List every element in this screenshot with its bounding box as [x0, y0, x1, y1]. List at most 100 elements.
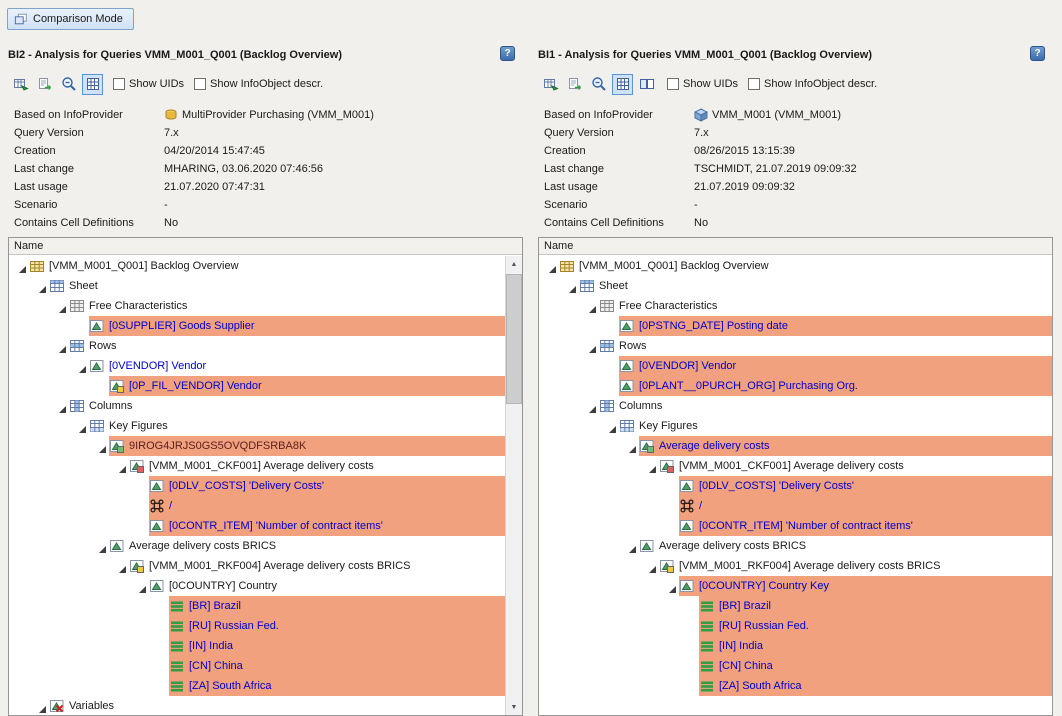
show-query-icon[interactable]	[10, 74, 31, 95]
grid-view-icon[interactable]	[82, 74, 103, 95]
tree-row[interactable]: [0PSTNG_DATE] Posting date	[539, 316, 1052, 336]
checkbox-box[interactable]	[748, 78, 760, 90]
show-query-icon[interactable]	[540, 74, 561, 95]
tree-row[interactable]: [0CONTR_ITEM] 'Number of contract items'	[9, 516, 505, 536]
help-icon[interactable]: ?	[500, 46, 515, 61]
tree-row[interactable]: [0VENDOR] Vendor	[9, 356, 505, 376]
scroll-down-icon[interactable]: ▼	[506, 699, 522, 715]
tree-row[interactable]: [VMM_M001_Q001] Backlog Overview	[539, 256, 1052, 276]
checkbox-box[interactable]	[194, 78, 206, 90]
show-uids-checkbox[interactable]: Show UIDs	[113, 78, 184, 90]
tree-row[interactable]: [0COUNTRY] Country	[9, 576, 505, 596]
tree-row[interactable]: [ZA] South Africa	[9, 676, 505, 696]
show-infoobject-descr-checkbox[interactable]: Show InfoObject descr.	[748, 78, 877, 90]
expander-icon[interactable]	[135, 579, 149, 593]
tree-row[interactable]: Columns	[539, 396, 1052, 416]
split-view-icon[interactable]	[636, 74, 657, 95]
tree-row[interactable]: [0DLV_COSTS] 'Delivery Costs'	[9, 476, 505, 496]
expander-icon[interactable]	[645, 459, 659, 473]
tree-row[interactable]: Free Characteristics	[539, 296, 1052, 316]
scrollbar-thumb[interactable]	[506, 274, 522, 404]
expander-icon[interactable]	[625, 439, 639, 453]
tree-row-content: Columns	[599, 396, 1052, 416]
expander-icon[interactable]	[75, 419, 89, 433]
expander-icon[interactable]	[95, 539, 109, 553]
tree-row[interactable]: [0CONTR_ITEM] 'Number of contract items'	[539, 516, 1052, 536]
checkbox-box[interactable]	[667, 78, 679, 90]
tree-row[interactable]: [CN] China	[9, 656, 505, 676]
generate-query-icon[interactable]	[34, 74, 55, 95]
tree-row[interactable]: Rows	[539, 336, 1052, 356]
expander-icon[interactable]	[645, 559, 659, 573]
checkbox-box[interactable]	[113, 78, 125, 90]
generate-query-icon[interactable]	[564, 74, 585, 95]
show-infoobject-descr-checkbox[interactable]: Show InfoObject descr.	[194, 78, 323, 90]
expander-icon[interactable]	[585, 339, 599, 353]
tree-row[interactable]: Rows	[9, 336, 505, 356]
expander-icon[interactable]	[55, 339, 69, 353]
tree-row[interactable]: [BR] Brazil	[539, 596, 1052, 616]
tree-row[interactable]: Key Figures	[539, 416, 1052, 436]
tree-row[interactable]: /	[539, 496, 1052, 516]
expander-icon[interactable]	[625, 539, 639, 553]
expander-spacer	[135, 519, 149, 533]
tree-row[interactable]: Average delivery costs	[539, 436, 1052, 456]
property-row: Last changeTSCHMIDT, 21.07.2019 09:09:32	[544, 160, 1049, 178]
tree-row[interactable]: [IN] India	[539, 636, 1052, 656]
tree-row[interactable]: [VMM_M001_CKF001] Average delivery costs	[9, 456, 505, 476]
grid-view-icon[interactable]	[612, 74, 633, 95]
zoom-out-icon[interactable]	[58, 74, 79, 95]
expander-icon[interactable]	[585, 299, 599, 313]
expander-icon[interactable]	[665, 579, 679, 593]
tree-row[interactable]: [VMM_M001_RKF004] Average delivery costs…	[9, 556, 505, 576]
tree-row[interactable]: [ZA] South Africa	[539, 676, 1052, 696]
show-uids-checkbox[interactable]: Show UIDs	[667, 78, 738, 90]
tree-row[interactable]: Columns	[9, 396, 505, 416]
expander-icon[interactable]	[75, 359, 89, 373]
tree-row[interactable]: Average delivery costs BRICS	[539, 536, 1052, 556]
expander-icon[interactable]	[55, 399, 69, 413]
expander-icon[interactable]	[565, 279, 579, 293]
tree-row[interactable]: 9IROG4JRJS0GS5OVQDFSRBA8K	[9, 436, 505, 456]
tree-row[interactable]: [0DLV_COSTS] 'Delivery Costs'	[539, 476, 1052, 496]
tree-row[interactable]: Variables	[9, 696, 505, 715]
tree-row[interactable]: [VMM_M001_CKF001] Average delivery costs	[539, 456, 1052, 476]
tree-row[interactable]: /	[9, 496, 505, 516]
tree-row[interactable]: Sheet	[539, 276, 1052, 296]
scroll-up-icon[interactable]: ▲	[506, 256, 522, 272]
tree-row[interactable]: [0SUPPLIER] Goods Supplier	[9, 316, 505, 336]
tree-row[interactable]: [IN] India	[9, 636, 505, 656]
tree-row[interactable]: [0VENDOR] Vendor	[539, 356, 1052, 376]
vertical-scrollbar[interactable]: ▲ ▼	[505, 256, 522, 715]
tree-row[interactable]: [RU] Russian Fed.	[9, 616, 505, 636]
comparison-mode-button[interactable]: Comparison Mode	[7, 8, 134, 30]
expander-icon[interactable]	[55, 299, 69, 313]
expander-icon[interactable]	[15, 259, 29, 273]
tree-row[interactable]: [CN] China	[539, 656, 1052, 676]
expander-icon[interactable]	[35, 279, 49, 293]
tree-row[interactable]: Sheet	[9, 276, 505, 296]
tree-row[interactable]: [0COUNTRY] Country Key	[539, 576, 1052, 596]
tree-row[interactable]: [0P_FIL_VENDOR] Vendor	[9, 376, 505, 396]
tree-row[interactable]: [RU] Russian Fed.	[539, 616, 1052, 636]
property-label: Last change	[544, 163, 694, 175]
expander-icon[interactable]	[115, 459, 129, 473]
expander-icon[interactable]	[545, 259, 559, 273]
operator-icon	[680, 499, 694, 513]
expander-icon[interactable]	[585, 399, 599, 413]
help-icon[interactable]: ?	[1030, 46, 1045, 61]
tree-row[interactable]: [VMM_M001_Q001] Backlog Overview	[9, 256, 505, 276]
tree-row[interactable]: Key Figures	[9, 416, 505, 436]
property-value: No	[164, 217, 178, 229]
property-row: Last usage21.07.2019 09:09:32	[544, 178, 1049, 196]
tree-row[interactable]: Free Characteristics	[9, 296, 505, 316]
tree-row[interactable]: [0PLANT__0PURCH_ORG] Purchasing Org.	[539, 376, 1052, 396]
zoom-out-icon[interactable]	[588, 74, 609, 95]
expander-icon[interactable]	[35, 699, 49, 713]
tree-row[interactable]: [BR] Brazil	[9, 596, 505, 616]
expander-icon[interactable]	[95, 439, 109, 453]
tree-row[interactable]: Average delivery costs BRICS	[9, 536, 505, 556]
expander-icon[interactable]	[605, 419, 619, 433]
expander-icon[interactable]	[115, 559, 129, 573]
tree-row[interactable]: [VMM_M001_RKF004] Average delivery costs…	[539, 556, 1052, 576]
